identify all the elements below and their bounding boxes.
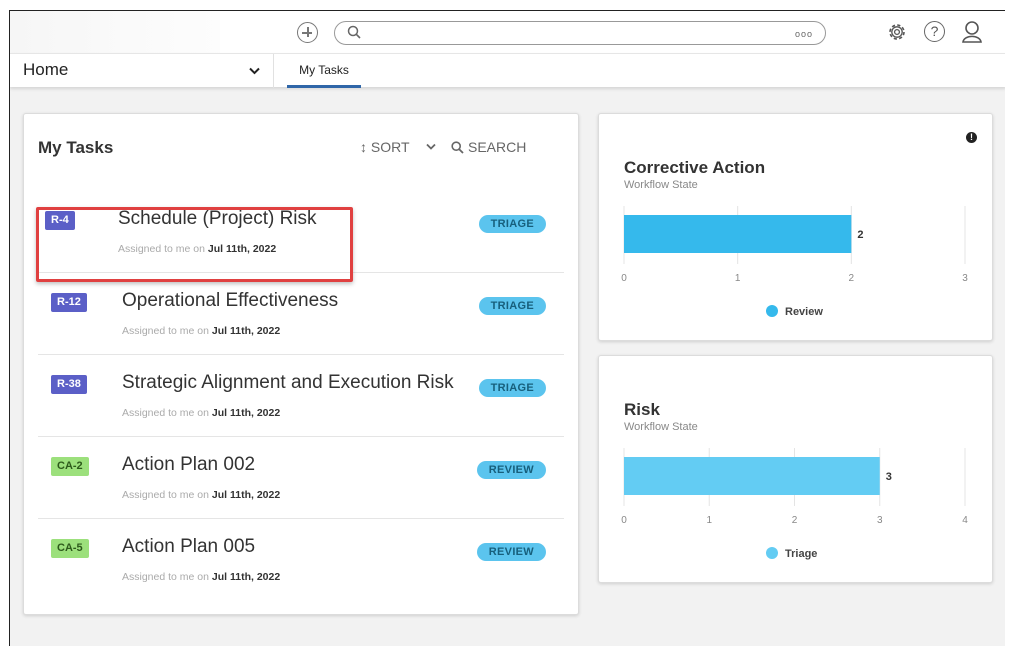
assigned-prefix: Assigned to me on	[118, 243, 205, 255]
assigned-prefix: Assigned to me on	[122, 325, 209, 337]
workflow-state-badge: TRIAGE	[478, 297, 546, 315]
assigned-prefix: Assigned to me on	[122, 489, 209, 501]
assigned-prefix: Assigned to me on	[122, 407, 209, 419]
data-label: 3	[886, 471, 892, 483]
gear-icon[interactable]	[886, 21, 908, 43]
add-button[interactable]	[297, 22, 318, 43]
task-row[interactable]: CA-2 Action Plan 002 Assigned to me on J…	[38, 439, 564, 519]
search-button-label: SEARCH	[468, 139, 527, 155]
task-row[interactable]: R-38 Strategic Alignment and Execution R…	[38, 357, 564, 437]
search-button[interactable]: SEARCH	[451, 139, 526, 155]
task-title[interactable]: Strategic Alignment and Execution Risk	[122, 372, 454, 394]
assigned-date: Jul 11th, 2022	[211, 325, 281, 337]
workflow-state-badge: TRIAGE	[478, 379, 546, 397]
task-id-badge: R-12	[51, 293, 87, 312]
assigned-date: Jul 11th, 2022	[211, 407, 281, 419]
assigned-date: Jul 11th, 2022	[207, 243, 277, 255]
home-dropdown-label: Home	[23, 60, 69, 79]
task-row[interactable]: CA-5 Action Plan 005 Assigned to me on J…	[38, 521, 564, 601]
tab-my-tasks-label: My Tasks	[299, 63, 349, 77]
tick-label: 0	[621, 515, 627, 526]
bar	[624, 215, 852, 253]
chevron-down-icon[interactable]	[426, 143, 436, 150]
task-assigned-info: Assigned to me on Jul 11th, 2022	[118, 243, 276, 255]
tick-label: 2	[849, 273, 855, 284]
sort-button[interactable]: ↕ SORT	[360, 139, 410, 155]
top-bar-logo-area	[10, 11, 220, 53]
task-title[interactable]: Schedule (Project) Risk	[118, 208, 317, 230]
bar	[624, 457, 880, 495]
app-window: ooo ? Home My Tasks My Tasks ↕ SORT SEAR…	[9, 10, 1005, 646]
task-assigned-info: Assigned to me on Jul 11th, 2022	[122, 489, 280, 501]
task-assigned-info: Assigned to me on Jul 11th, 2022	[122, 325, 280, 337]
search-icon	[451, 141, 464, 154]
data-label: 2	[857, 229, 863, 241]
task-assigned-info: Assigned to me on Jul 11th, 2022	[122, 571, 280, 583]
legend-marker	[766, 547, 778, 559]
my-tasks-card: My Tasks ↕ SORT SEARCH R-4 Schedule (Pro…	[23, 113, 579, 615]
workflow-state-badge: REVIEW	[476, 543, 546, 561]
risk-chart-card: Risk Workflow State 3 0 1 2 3 4 Triage	[598, 355, 993, 583]
assigned-date: Jul 11th, 2022	[211, 571, 281, 583]
task-row[interactable]: R-12 Operational Effectiveness Assigned …	[38, 275, 564, 355]
task-title[interactable]: Action Plan 005	[122, 536, 255, 558]
tick-label: 3	[877, 515, 883, 526]
search-icon	[347, 25, 361, 39]
search-options-button[interactable]: ooo	[795, 29, 813, 39]
assigned-prefix: Assigned to me on	[122, 571, 209, 583]
tick-label: 2	[792, 515, 798, 526]
tab-my-tasks[interactable]: My Tasks	[287, 54, 361, 88]
legend-marker	[766, 305, 778, 317]
task-id-badge: R-38	[51, 375, 87, 394]
tick-label: 3	[962, 273, 968, 284]
workflow-state-badge: REVIEW	[476, 461, 546, 479]
my-tasks-title: My Tasks	[38, 138, 114, 157]
active-tab-indicator	[287, 85, 361, 88]
help-icon[interactable]: ?	[924, 21, 945, 42]
tick-label: 1	[706, 515, 712, 526]
tick-label: 0	[621, 273, 627, 284]
nav-bar: Home My Tasks	[10, 53, 1005, 88]
workflow-state-badge: TRIAGE	[478, 215, 546, 233]
task-id-badge: R-4	[45, 211, 75, 230]
corrective-action-chart: 2 0 1 2 3 Review	[621, 206, 968, 318]
chevron-down-icon	[249, 67, 260, 75]
task-id-badge: CA-2	[51, 457, 89, 476]
tick-label: 4	[962, 515, 968, 526]
task-row[interactable]: R-4 Schedule (Project) Risk Assigned to …	[38, 193, 564, 273]
task-id-badge: CA-5	[51, 539, 89, 558]
task-title[interactable]: Action Plan 002	[122, 454, 255, 476]
task-title[interactable]: Operational Effectiveness	[122, 290, 338, 312]
legend-label: Review	[785, 306, 823, 318]
top-bar: ooo ?	[10, 11, 1005, 53]
corrective-action-chart-card: ! Corrective Action Workflow State 20123…	[598, 113, 993, 341]
assigned-date: Jul 11th, 2022	[211, 489, 281, 501]
legend-label: Triage	[785, 548, 817, 560]
user-icon[interactable]	[961, 20, 983, 44]
home-dropdown[interactable]: Home	[10, 54, 274, 88]
task-assigned-info: Assigned to me on Jul 11th, 2022	[122, 407, 280, 419]
tick-label: 1	[735, 273, 741, 284]
risk-chart: 3 0 1 2 3 4 Triage	[621, 448, 968, 560]
global-search-input[interactable]: ooo	[334, 21, 826, 45]
